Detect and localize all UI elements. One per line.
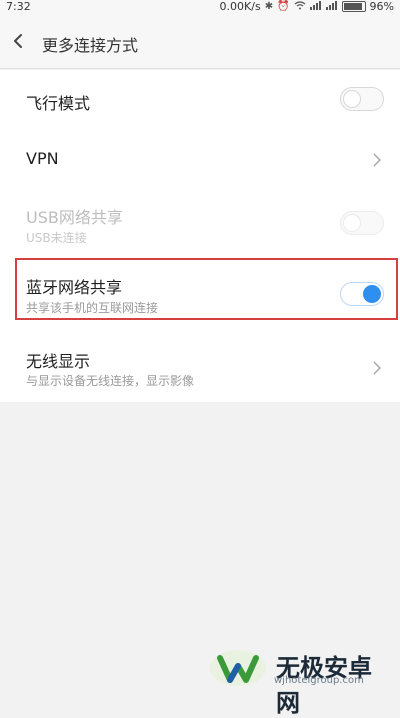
signal-icon xyxy=(325,0,338,13)
bluetooth-icon: ✱ xyxy=(264,1,274,12)
watermark: 无极安卓网 wjhotelgroup.com xyxy=(208,644,393,717)
header: 更多连接方式 xyxy=(0,14,400,69)
settings-list: 飞行模式 VPN USB网络共享 USB未连接 蓝牙网络共享 共享该手机的互联网… xyxy=(0,70,400,402)
status-bar: 7:32 0.00K/s ✱ ⏰ 96% xyxy=(0,0,400,14)
wireless-display-row[interactable]: 无线显示 与显示设备无线连接，显示影像 xyxy=(0,332,400,402)
alarm-icon: ⏰ xyxy=(277,1,290,12)
watermark-logo-icon xyxy=(208,644,268,689)
signal-icon xyxy=(309,0,322,13)
chevron-right-icon xyxy=(372,152,382,167)
battery-icon xyxy=(341,1,366,12)
usb-tethering-sub: USB未连接 xyxy=(26,231,87,245)
network-speed: 0.00K/s xyxy=(219,0,261,13)
chevron-right-icon xyxy=(372,360,382,375)
back-arrow-icon[interactable] xyxy=(10,32,28,50)
wifi-icon xyxy=(294,0,306,13)
vpn-label: VPN xyxy=(26,149,59,168)
toggle-knob xyxy=(343,90,361,108)
airplane-mode-row[interactable]: 飞行模式 xyxy=(0,70,400,130)
watermark-url: wjhotelgroup.com xyxy=(274,675,364,686)
toggle-knob xyxy=(343,214,361,232)
battery-level: 96% xyxy=(369,0,394,13)
wireless-display-label: 无线显示 xyxy=(26,352,91,371)
highlight-box xyxy=(15,258,398,320)
airplane-mode-label: 飞行模式 xyxy=(26,94,91,113)
usb-tethering-label: USB网络共享 xyxy=(26,208,123,227)
usb-tethering-row: USB网络共享 USB未连接 xyxy=(0,188,400,258)
airplane-mode-toggle[interactable] xyxy=(340,87,384,111)
vpn-row[interactable]: VPN xyxy=(0,130,400,188)
wireless-display-sub: 与显示设备无线连接，显示影像 xyxy=(26,374,195,388)
status-right: 0.00K/s ✱ ⏰ 96% xyxy=(220,0,394,13)
usb-tethering-toggle xyxy=(340,211,384,235)
status-time: 7:32 xyxy=(6,0,31,13)
page-title: 更多连接方式 xyxy=(42,36,139,55)
